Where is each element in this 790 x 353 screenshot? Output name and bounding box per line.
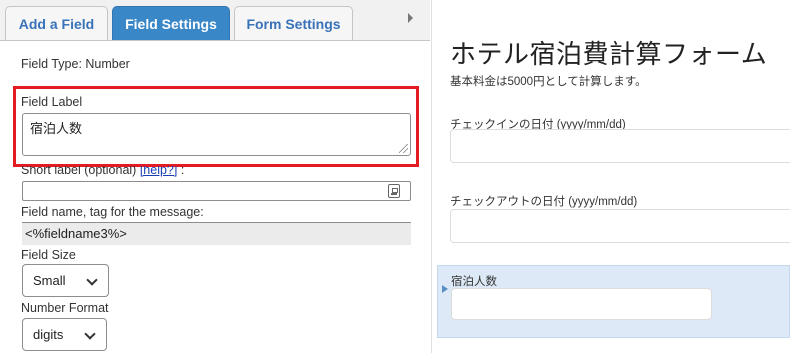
tab-field-settings[interactable]: Field Settings (112, 6, 230, 40)
guests-input[interactable] (451, 288, 712, 320)
form-title: ホテル宿泊費計算フォーム (450, 40, 768, 70)
chevron-down-icon (86, 274, 98, 286)
field-label-heading: Field Label (21, 95, 83, 109)
number-format-heading: Number Format (21, 301, 109, 315)
number-format-select[interactable]: digits (22, 318, 107, 351)
form-description: 基本料金は5000円として計算します。 (450, 76, 647, 88)
short-label-input[interactable] (22, 181, 411, 201)
field-size-select[interactable]: Small (22, 264, 109, 297)
tab-scroll-right-icon[interactable] (408, 13, 413, 23)
tab-add-a-field[interactable]: Add a Field (5, 6, 108, 40)
form-preview: ホテル宿泊費計算フォーム 基本料金は5000円として計算します。 チェックインの… (437, 0, 790, 353)
resize-handle-icon[interactable] (399, 144, 408, 153)
field-settings-panel: Add a Field Field Settings Form Settings… (0, 0, 432, 353)
checkin-date-input[interactable] (450, 129, 790, 163)
chevron-down-icon (84, 328, 96, 340)
selected-field-guests[interactable]: 宿泊人数 (437, 265, 790, 338)
checkout-date-input[interactable] (450, 209, 790, 243)
field-name-heading: Field name, tag for the message: (21, 205, 204, 219)
field-type-label: Field Type: Number (21, 57, 130, 71)
drag-arrow-icon (442, 285, 448, 293)
field-size-heading: Field Size (21, 248, 76, 262)
guests-label: 宿泊人数 (451, 276, 497, 288)
tab-form-settings[interactable]: Form Settings (234, 6, 353, 40)
checkout-date-label: チェックアウトの日付 (yyyy/mm/dd) (450, 196, 638, 208)
keyboard-icon[interactable] (388, 184, 400, 198)
field-name-tag[interactable]: <%fieldname3%> (22, 222, 411, 245)
field-label-value: 宿泊人数 (30, 121, 83, 136)
tab-bar: Add a Field Field Settings Form Settings (0, 0, 430, 41)
field-label-textarea[interactable]: 宿泊人数 (22, 113, 411, 156)
